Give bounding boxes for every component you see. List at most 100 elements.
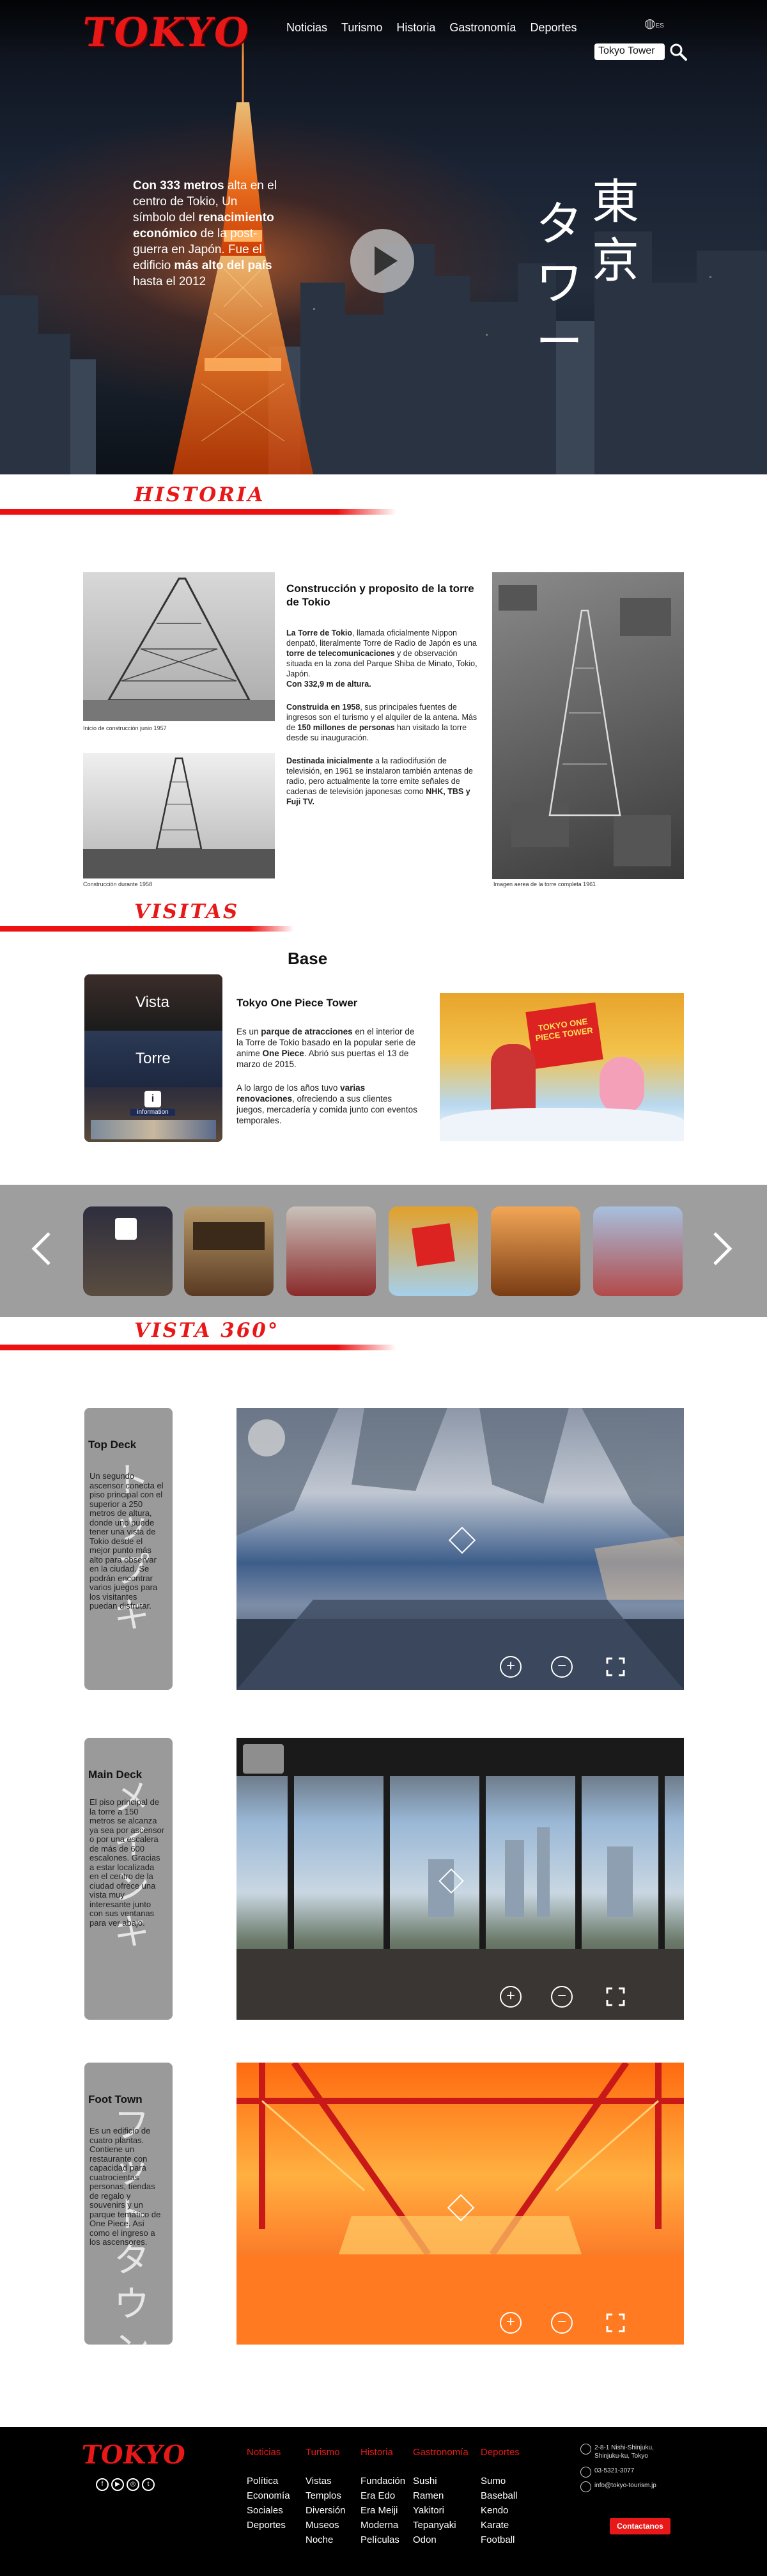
footer-link[interactable]: Deportes bbox=[247, 2518, 290, 2533]
panorama-main-deck[interactable]: + − bbox=[236, 1738, 684, 2020]
instagram-icon[interactable]: ◎ bbox=[127, 2478, 139, 2491]
footer-heading[interactable]: Noticias bbox=[247, 2445, 290, 2460]
historia-paragraph-2: Construida en 1958, sus principales fuen… bbox=[286, 702, 478, 743]
deck-card-top[interactable]: トップキ Top Deck Un segundo ascensor conect… bbox=[84, 1408, 173, 1690]
footer-link[interactable]: Películas bbox=[360, 2533, 405, 2547]
zoom-out-button[interactable]: − bbox=[551, 1986, 573, 2008]
carousel-next-arrow-icon[interactable] bbox=[709, 1229, 735, 1268]
footer-heading[interactable]: Deportes bbox=[481, 2445, 520, 2460]
footer-link[interactable]: Política bbox=[247, 2474, 290, 2488]
hist-p2-bold-a: Construida en 1958 bbox=[286, 703, 360, 712]
footer-link[interactable]: Tepanyaki bbox=[413, 2518, 469, 2533]
deck-card-main[interactable]: メインキ Main Deck El piso principal de la t… bbox=[84, 1738, 173, 2020]
hist-p2-bold-c: 150 millones de personas bbox=[297, 723, 395, 732]
info-label: information bbox=[130, 1109, 175, 1116]
footer-link[interactable]: Fundación bbox=[360, 2474, 405, 2488]
fullscreen-icon[interactable] bbox=[606, 1657, 625, 1676]
zoom-in-button[interactable]: + bbox=[500, 1656, 522, 1678]
minimap-compass[interactable] bbox=[243, 1744, 284, 1774]
page: TOKYO Noticias Turismo Historia Gastrono… bbox=[0, 0, 767, 2576]
footer-link[interactable]: Templos bbox=[306, 2488, 346, 2503]
deck-card-title: Main Deck bbox=[88, 1768, 143, 1781]
zoom-out-button[interactable]: − bbox=[551, 2312, 573, 2334]
nav-noticias[interactable]: Noticias bbox=[286, 21, 327, 35]
footer-heading[interactable]: Historia bbox=[360, 2445, 405, 2460]
language-selector[interactable]: ◍ES bbox=[644, 15, 664, 31]
one-piece-poster: TOKYO ONE PIECE TOWER bbox=[525, 1002, 603, 1070]
search-icon[interactable] bbox=[669, 42, 688, 61]
footer-link[interactable]: Noche bbox=[306, 2533, 346, 2547]
globe-icon: ◍ bbox=[644, 17, 656, 31]
footer-link[interactable]: Yakitori bbox=[413, 2503, 469, 2518]
footer-link[interactable]: Vistas bbox=[306, 2474, 346, 2488]
footer-phone[interactable]: 03-5321-3077 bbox=[580, 2467, 663, 2478]
tab-vista[interactable]: Vista bbox=[84, 974, 222, 1031]
deck-card-foot[interactable]: フットタウン Foot Town Es un edificio de cuatr… bbox=[84, 2063, 173, 2345]
facebook-icon[interactable]: f bbox=[96, 2478, 109, 2491]
nav-historia[interactable]: Historia bbox=[396, 21, 435, 35]
youtube-icon[interactable]: ▶ bbox=[111, 2478, 124, 2491]
footer-col-gastronomia: Gastronomía Sushi Ramen Yakitori Tepanya… bbox=[413, 2445, 469, 2547]
footer-address: 2-8-1 Nishi-Shinjuku, Shinjuku-ku, Tokyo bbox=[580, 2444, 663, 2460]
footer-heading[interactable]: Gastronomía bbox=[413, 2445, 469, 2460]
footer-link[interactable]: Odon bbox=[413, 2533, 469, 2547]
twitter-icon[interactable]: t bbox=[142, 2478, 155, 2491]
chopper-figure bbox=[600, 1057, 644, 1114]
panorama-top-deck[interactable]: + − bbox=[236, 1408, 684, 1690]
carousel-thumb-3[interactable] bbox=[286, 1206, 376, 1296]
footer-email[interactable]: info@tokyo-tourism.jp bbox=[580, 2481, 663, 2492]
zoom-in-button[interactable]: + bbox=[500, 1986, 522, 2008]
historia-photo-construction-1957 bbox=[83, 572, 275, 721]
hist-p1-bold-c: torre de telecomunicaciones bbox=[286, 649, 395, 658]
nav-turismo[interactable]: Turismo bbox=[341, 21, 382, 35]
main-nav: Noticias Turismo Historia Gastronomía De… bbox=[286, 21, 591, 35]
carousel-thumb-4[interactable] bbox=[389, 1206, 478, 1296]
visitas-brush-stroke bbox=[0, 926, 294, 932]
visitas-title: VISITAS bbox=[134, 900, 240, 923]
carousel-thumb-5[interactable] bbox=[491, 1206, 580, 1296]
carousel-thumb-6[interactable] bbox=[593, 1206, 683, 1296]
zoom-in-button[interactable]: + bbox=[500, 2312, 522, 2334]
nav-deportes[interactable]: Deportes bbox=[530, 21, 577, 35]
carousel-thumb-2[interactable] bbox=[184, 1206, 274, 1296]
op-p1-b: parque de atracciones bbox=[261, 1027, 353, 1036]
footer-link[interactable]: Era Edo bbox=[360, 2488, 405, 2503]
footer-logo[interactable]: TOKYO bbox=[80, 2440, 187, 2470]
carousel-prev-arrow-icon[interactable] bbox=[29, 1229, 54, 1268]
footer-link[interactable]: Era Meiji bbox=[360, 2503, 405, 2518]
minimap-compass[interactable] bbox=[248, 1419, 285, 1456]
footer-link[interactable]: Sociales bbox=[247, 2503, 290, 2518]
one-piece-tower-entrance-image: TOKYO ONE PIECE TOWER bbox=[440, 993, 684, 1141]
contact-button[interactable]: Contactanos bbox=[610, 2518, 670, 2534]
historia-caption-2: Construcción durante 1958 bbox=[83, 881, 153, 887]
historia-caption-1: Inicio de construcción junio 1957 bbox=[83, 725, 167, 731]
deck-card-text: Un segundo ascensor conecta el piso prin… bbox=[89, 1471, 164, 1611]
site-logo[interactable]: TOKYO bbox=[80, 9, 253, 56]
play-video-button[interactable] bbox=[350, 229, 414, 293]
footer-link[interactable]: Sumo bbox=[481, 2474, 520, 2488]
footer-link[interactable]: Economía bbox=[247, 2488, 290, 2503]
kanji-column-tokyo: 東京 bbox=[592, 175, 639, 288]
hero-text-bold-1: Con 333 metros bbox=[133, 179, 224, 192]
footer-link[interactable]: Karate bbox=[481, 2518, 520, 2533]
one-piece-heading: Tokyo One Piece Tower bbox=[236, 997, 358, 1009]
footer-link[interactable]: Kendo bbox=[481, 2503, 520, 2518]
footer-link[interactable]: Moderna bbox=[360, 2518, 405, 2533]
tab-torre[interactable]: Torre bbox=[84, 1031, 222, 1087]
panorama-foot-town[interactable]: + − bbox=[236, 2063, 684, 2345]
fullscreen-icon[interactable] bbox=[606, 2313, 625, 2332]
footer-link[interactable]: Diversión bbox=[306, 2503, 346, 2518]
historia-paragraph-3: Destinada inicialmente a la radiodifusió… bbox=[286, 756, 478, 807]
carousel-thumb-1[interactable] bbox=[83, 1206, 173, 1296]
search-input[interactable]: Tokyo Tower bbox=[594, 43, 665, 60]
footer-link[interactable]: Football bbox=[481, 2533, 520, 2547]
footer-heading[interactable]: Turismo bbox=[306, 2445, 346, 2460]
historia-brush-stroke bbox=[0, 509, 396, 515]
fullscreen-icon[interactable] bbox=[606, 1987, 625, 2006]
footer-link[interactable]: Baseball bbox=[481, 2488, 520, 2503]
footer-link[interactable]: Sushi bbox=[413, 2474, 469, 2488]
footer-link[interactable]: Ramen bbox=[413, 2488, 469, 2503]
footer-link[interactable]: Museos bbox=[306, 2518, 346, 2533]
zoom-out-button[interactable]: − bbox=[551, 1656, 573, 1678]
nav-gastronomia[interactable]: Gastronomía bbox=[449, 21, 516, 35]
